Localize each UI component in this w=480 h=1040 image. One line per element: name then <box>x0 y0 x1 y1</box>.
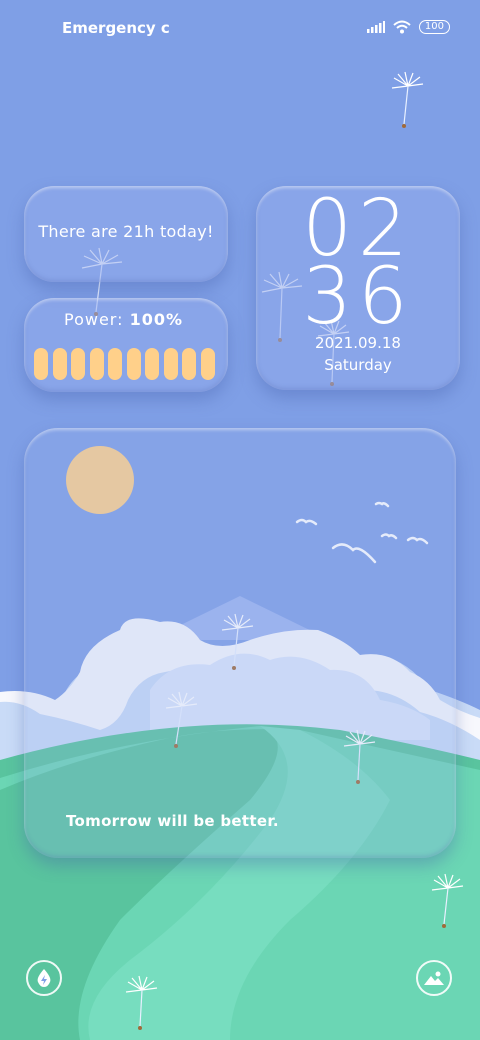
dandelion-seed <box>391 71 424 128</box>
power-value: 100% <box>129 310 184 329</box>
clock-date: 2021.09.18 <box>315 334 401 352</box>
wifi-icon <box>393 20 411 34</box>
hours-text: There are 21h today! <box>38 222 214 241</box>
power-segment <box>145 348 159 380</box>
scene-widget[interactable] <box>24 428 456 858</box>
power-segment <box>52 348 67 380</box>
power-bars <box>34 348 215 380</box>
power-text: Power: 100% <box>64 310 183 329</box>
power-label: Power: <box>64 310 124 329</box>
flashlight-button[interactable] <box>26 960 62 996</box>
power-segment <box>34 348 48 380</box>
status-icons: 100 <box>366 20 450 34</box>
flashlight-icon <box>37 969 51 987</box>
clock-widget[interactable]: 02 36 2021.09.18 Saturday <box>256 186 460 390</box>
signal-bars-icon <box>366 21 385 33</box>
gallery-icon <box>424 971 444 985</box>
power-segment <box>126 348 141 380</box>
power-segment <box>200 348 215 380</box>
clock-weekday: Saturday <box>324 356 392 374</box>
power-segment <box>182 348 196 380</box>
power-segment <box>108 348 122 380</box>
carrier-label: Emergency c <box>62 19 170 37</box>
hours-widget[interactable]: There are 21h today! <box>24 186 228 282</box>
battery-indicator: 100 <box>418 20 450 34</box>
power-segment <box>163 348 178 380</box>
clock-minute: 36 <box>302 252 414 342</box>
power-segment <box>89 348 104 380</box>
quote-text: Tomorrow will be better. <box>66 812 279 830</box>
power-segment <box>71 348 85 380</box>
power-widget[interactable]: Power: 100% <box>24 298 228 392</box>
status-bar: Emergency c 100 <box>0 0 480 56</box>
gallery-button[interactable] <box>416 960 452 996</box>
